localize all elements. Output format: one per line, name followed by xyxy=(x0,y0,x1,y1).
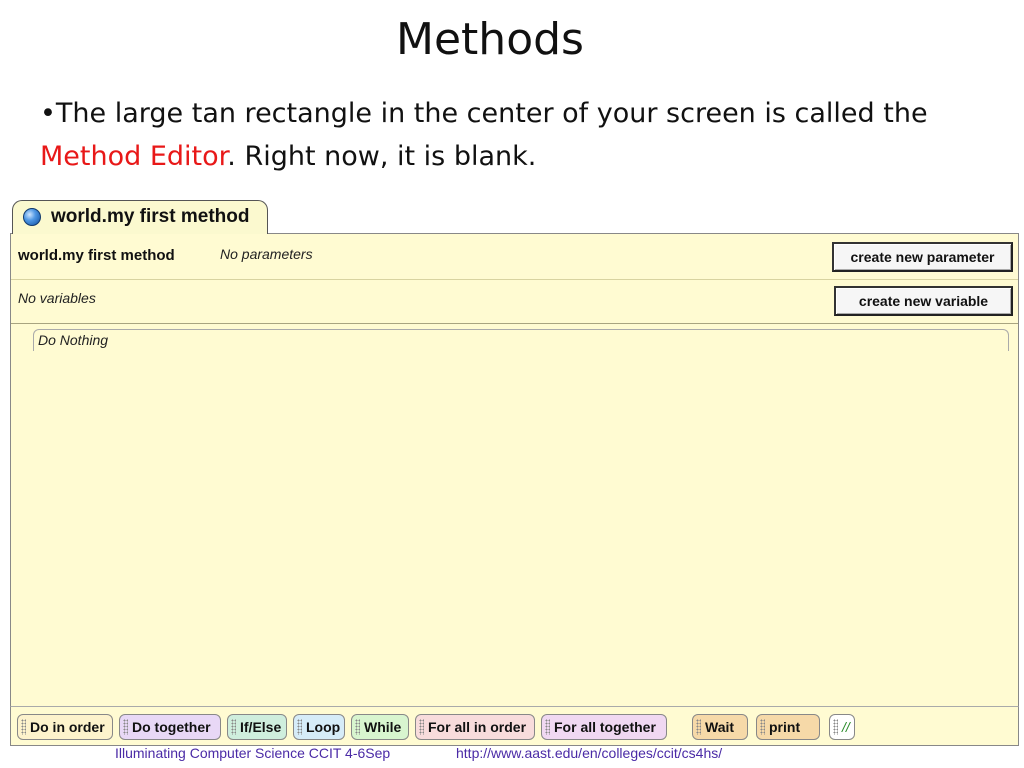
do-together-tile[interactable]: Do together xyxy=(119,714,221,740)
tile-label: print xyxy=(769,719,801,735)
globe-icon xyxy=(23,208,41,226)
no-variables-text: No variables xyxy=(18,290,96,306)
drag-grip-icon xyxy=(21,719,26,735)
bullet-suffix: . Right now, it is blank. xyxy=(227,141,537,172)
wait-tile[interactable]: Wait xyxy=(692,714,748,740)
footer-course-text: Illuminating Computer Science CCIT 4-6Se… xyxy=(115,745,391,761)
bullet-prefix: •The large tan rectangle in the center o… xyxy=(40,98,928,129)
drag-grip-icon xyxy=(696,719,701,735)
control-palette: Do in order Do together If/Else Loop Whi… xyxy=(10,706,1019,746)
tile-label: Wait xyxy=(705,719,735,735)
tile-label: For all together xyxy=(554,719,656,735)
tile-label: Do in order xyxy=(30,719,105,735)
while-tile[interactable]: While xyxy=(351,714,409,740)
tile-label: Loop xyxy=(306,719,341,735)
drag-grip-icon xyxy=(355,719,360,735)
for-all-in-order-tile[interactable]: For all in order xyxy=(415,714,535,740)
drag-grip-icon xyxy=(833,719,838,735)
do-nothing-label: Do Nothing xyxy=(38,332,109,348)
drag-grip-icon xyxy=(419,719,424,735)
drag-grip-icon xyxy=(297,719,302,735)
slide-title: Methods xyxy=(396,14,584,65)
parameters-row: world.my first method No parameters crea… xyxy=(11,234,1018,280)
for-all-together-tile[interactable]: For all together xyxy=(541,714,667,740)
create-new-parameter-button[interactable]: create new parameter xyxy=(832,242,1013,272)
tile-label: // xyxy=(842,719,850,735)
print-tile[interactable]: print xyxy=(756,714,820,740)
no-parameters-text: No parameters xyxy=(220,246,313,262)
drag-grip-icon xyxy=(760,719,765,735)
comment-tile[interactable]: // xyxy=(829,714,855,740)
create-new-variable-button[interactable]: create new variable xyxy=(834,286,1013,316)
tab-world-my-first-method[interactable]: world.my first method xyxy=(12,200,268,234)
method-name: world.my first method xyxy=(18,247,175,264)
tile-label: If/Else xyxy=(240,719,282,735)
drag-grip-icon xyxy=(545,719,550,735)
tab-label: world.my first method xyxy=(51,206,250,227)
do-in-order-tile[interactable]: Do in order xyxy=(17,714,113,740)
drag-grip-icon xyxy=(231,719,236,735)
method-editor-highlight: Method Editor xyxy=(40,141,228,172)
method-editor[interactable]: world.my first method No parameters crea… xyxy=(10,233,1019,746)
loop-tile[interactable]: Loop xyxy=(293,714,345,740)
tile-label: For all in order xyxy=(428,719,527,735)
tile-label: While xyxy=(364,719,402,735)
tile-label: Do together xyxy=(132,719,211,735)
drag-grip-icon xyxy=(123,719,128,735)
do-nothing-statement[interactable]: Do Nothing xyxy=(33,329,1009,351)
footer-url-link[interactable]: http://www.aast.edu/en/colleges/ccit/cs4… xyxy=(456,744,722,762)
variables-row: No variables create new variable xyxy=(11,280,1018,324)
if-else-tile[interactable]: If/Else xyxy=(227,714,287,740)
bullet-text: •The large tan rectangle in the center o… xyxy=(40,92,980,178)
